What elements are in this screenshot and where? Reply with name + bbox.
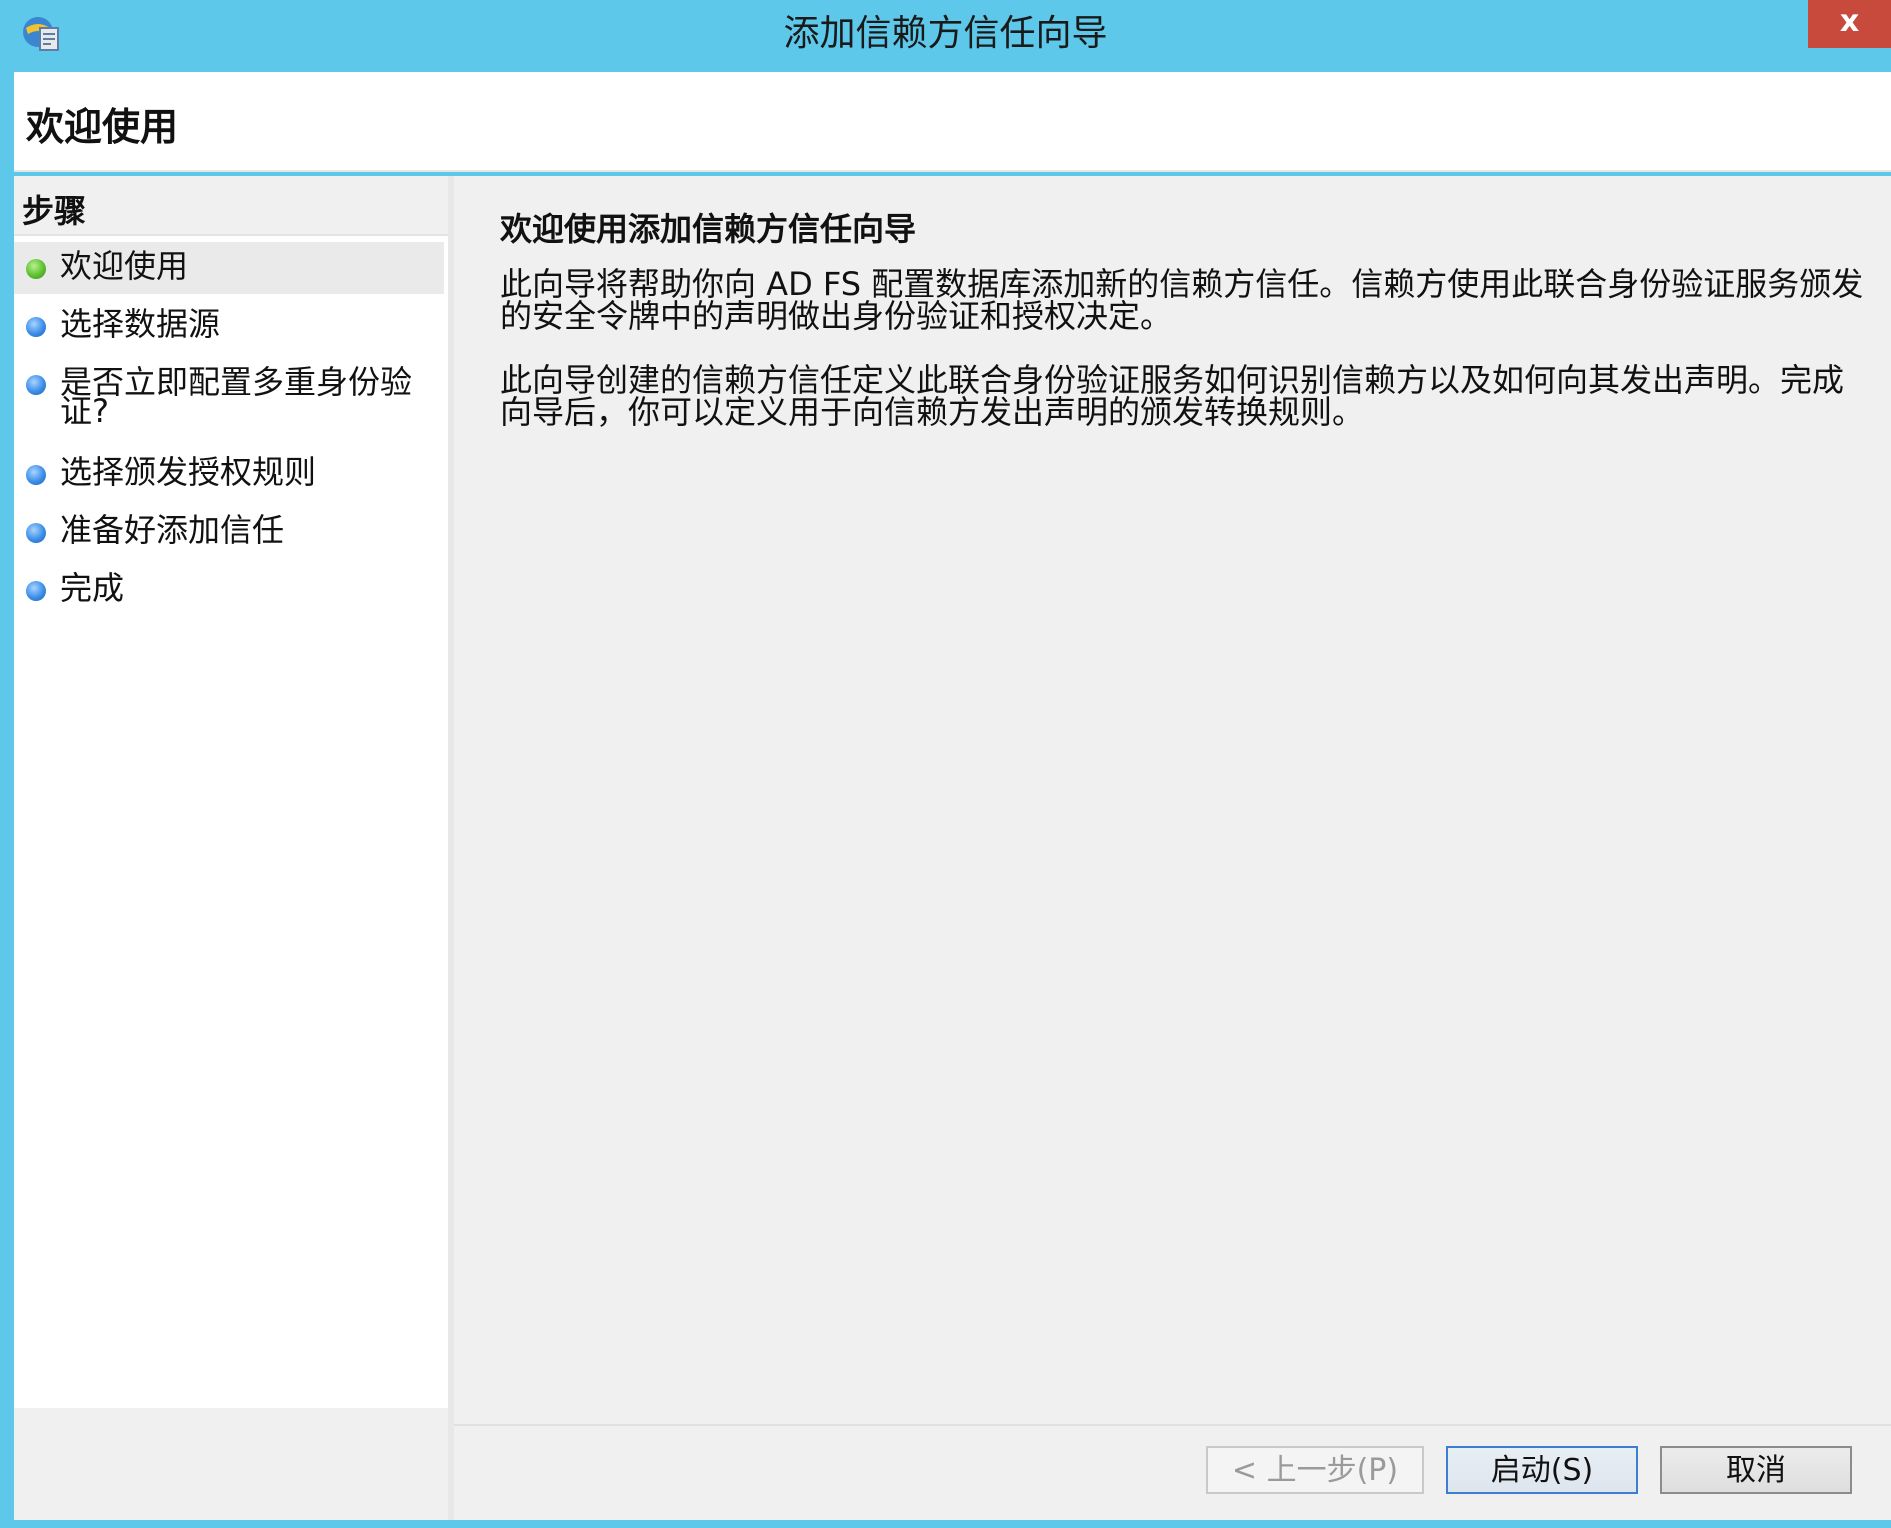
step-label: 选择数据源 — [60, 305, 221, 343]
description-paragraph-line2: 向导后，你可以定义用于向信赖方发出声明的颁发转换规则。 — [500, 393, 1365, 431]
step-label: 选择颁发授权规则 — [60, 453, 317, 491]
step-item-ready-to-add[interactable]: 准备好添加信任 — [14, 506, 444, 558]
step-pending-icon — [26, 317, 46, 337]
page-header: 欢迎使用 — [14, 72, 1891, 172]
close-button[interactable]: x — [1808, 0, 1891, 48]
previous-button[interactable]: < 上一步(P) — [1206, 1446, 1424, 1494]
intro-paragraph-line1: 此向导将帮助你向 AD FS 配置数据库添加新的信赖方信任。信赖方使用此联合身份… — [500, 265, 1864, 303]
button-bar: < 上一步(P) 启动(S) 取消 — [454, 1424, 1891, 1522]
step-label: 完成 — [60, 569, 125, 607]
step-item-configure-mfa[interactable]: 是否立即配置多重身份验 证? — [14, 358, 444, 442]
content-title: 欢迎使用添加信赖方信任向导 — [500, 210, 917, 248]
step-label-line2: 证? — [60, 392, 109, 430]
step-pending-icon — [26, 465, 46, 485]
page-title: 欢迎使用 — [26, 105, 179, 149]
start-button[interactable]: 启动(S) — [1446, 1446, 1638, 1494]
step-pending-icon — [26, 523, 46, 543]
step-item-welcome[interactable]: 欢迎使用 — [14, 242, 444, 294]
title-bar[interactable]: 添加信赖方信任向导 x — [0, 0, 1891, 72]
steps-heading: 步骤 — [14, 176, 448, 236]
step-pending-icon — [26, 581, 46, 601]
wizard-window: 添加信赖方信任向导 x 欢迎使用 步骤 欢迎使用 选择数据源 是否立即配置多重身… — [0, 0, 1891, 1528]
intro-paragraph-line2: 的安全令牌中的声明做出身份验证和授权决定。 — [500, 297, 1173, 335]
step-label-line1: 是否立即配置多重身份验 — [60, 363, 413, 401]
steps-panel: 步骤 欢迎使用 选择数据源 是否立即配置多重身份验 证? 选择颁发授权规则 准备… — [14, 176, 448, 1408]
step-label: 准备好添加信任 — [60, 511, 285, 549]
window-bottom-border — [0, 1520, 1891, 1528]
steps-heading-label: 步骤 — [22, 192, 87, 230]
step-item-select-data-source[interactable]: 选择数据源 — [14, 300, 444, 352]
step-item-issuance-rules[interactable]: 选择颁发授权规则 — [14, 448, 444, 500]
content-area: 欢迎使用添加信赖方信任向导 此向导将帮助你向 AD FS 配置数据库添加新的信赖… — [454, 176, 1891, 1424]
description-paragraph-line1: 此向导创建的信赖方信任定义此联合身份验证服务如何识别信赖方以及如何向其发出声明。… — [500, 361, 1845, 399]
step-label: 欢迎使用 — [60, 247, 189, 285]
step-pending-icon — [26, 375, 46, 395]
steps-footer — [14, 1408, 448, 1520]
step-current-icon — [26, 259, 46, 279]
window-title: 添加信赖方信任向导 — [783, 13, 1108, 54]
step-item-finish[interactable]: 完成 — [14, 564, 444, 616]
cancel-button[interactable]: 取消 — [1660, 1446, 1852, 1494]
